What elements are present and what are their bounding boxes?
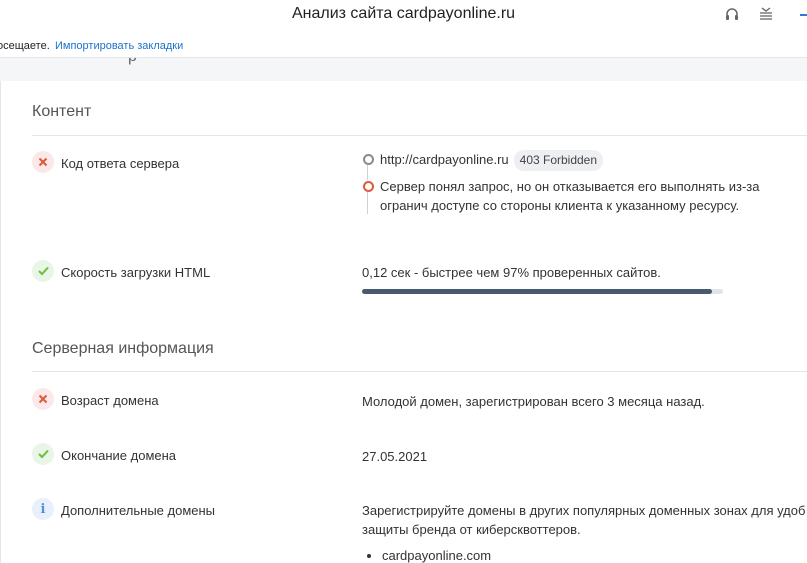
extra-domains-list: cardpayonline.com — [362, 548, 491, 563]
analysis-content: Контент Код ответа сервера http://cardpa… — [0, 81, 807, 563]
section-divider — [32, 371, 807, 372]
check-icon — [32, 260, 54, 282]
row-label-extra-domains: Дополнительные домены — [61, 503, 216, 518]
row-label-domain-expiry: Окончание домена — [61, 448, 177, 463]
status-badge: 403 Forbidden — [513, 150, 604, 171]
reader-icon[interactable] — [758, 6, 774, 27]
load-speed-progress — [362, 289, 723, 294]
list-item[interactable]: cardpayonline.com — [382, 548, 491, 563]
row-label-load-speed: Скорость загрузки HTML — [61, 265, 211, 280]
server-url[interactable]: http://cardpayonline.ru — [380, 152, 509, 167]
header-strip-fragment: р — [128, 58, 137, 66]
import-bookmarks-link[interactable]: Импортировать закладки — [55, 36, 183, 56]
row-label-server-code: Код ответа сервера — [61, 156, 180, 171]
window-titlebar: Анализ сайта cardpayonline.ru — [0, 0, 807, 34]
server-response-message: Сервер понял запрос, но он отказывается … — [380, 179, 760, 213]
info-icon: i — [32, 498, 54, 520]
section-title-content: Контент — [32, 103, 92, 120]
load-speed-progress-fill — [362, 289, 713, 294]
toolbar-edge-indicator — [800, 14, 807, 16]
window-title: Анализ сайта cardpayonline.ru — [291, 5, 516, 22]
bookmarks-bar: осещаете. Импортировать закладки — [0, 36, 807, 56]
section-title-server: Серверная информация — [32, 340, 214, 357]
domain-expiry-value: 27.05.2021 — [362, 449, 428, 464]
cross-icon — [32, 151, 54, 173]
server-url-line: http://cardpayonline.ru 403 Forbidden — [380, 150, 604, 171]
section-divider — [32, 135, 807, 136]
headphones-icon[interactable] — [724, 6, 740, 27]
extra-domains-value: Зарегистрируйте домены в других популярн… — [362, 503, 806, 537]
timeline-line — [367, 192, 368, 214]
domain-age-value: Молодой домен, зарегистрирован всего 3 м… — [362, 394, 705, 409]
page-header-strip: р — [0, 57, 807, 82]
timeline-line — [367, 165, 368, 180]
timeline-dot-request — [363, 154, 374, 165]
load-speed-value: 0,12 сек - быстрее чем 97% проверенных с… — [362, 265, 661, 280]
timeline-dot-response — [363, 181, 374, 192]
cross-icon — [32, 388, 54, 410]
row-label-domain-age: Возраст домена — [61, 393, 159, 408]
bookmarks-bar-text: осещаете. — [0, 40, 50, 52]
check-icon — [32, 443, 54, 465]
